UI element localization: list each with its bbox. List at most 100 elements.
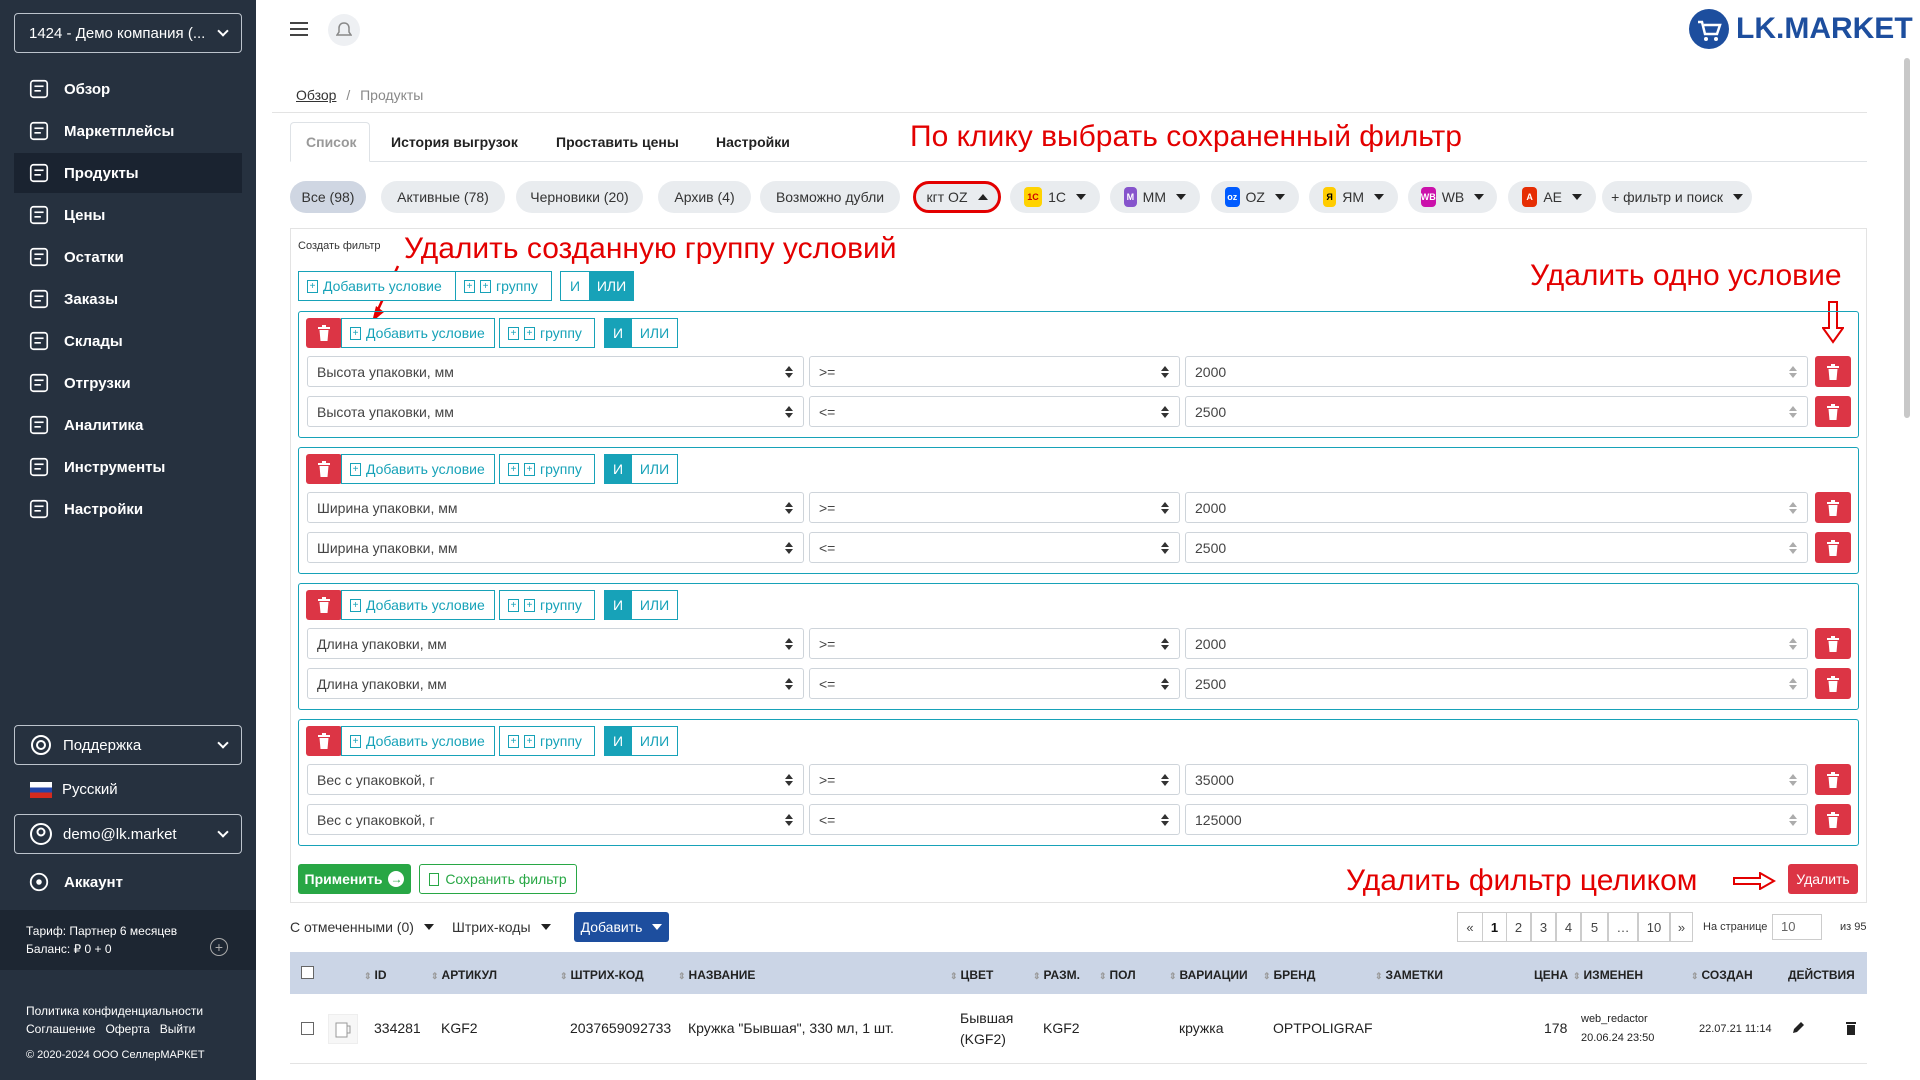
and-toggle[interactable]: И — [604, 454, 632, 484]
operator-select[interactable]: >= — [809, 628, 1180, 659]
column-header[interactable]: ⇕ ID — [364, 968, 387, 982]
pill-archive[interactable]: Архив (4) — [658, 181, 751, 213]
column-header[interactable]: ⇕ СОЗДАН — [1691, 968, 1753, 982]
pill-all[interactable]: Все (98) — [290, 181, 366, 213]
operator-select[interactable]: <= — [809, 532, 1180, 563]
delete-group-button[interactable] — [306, 726, 342, 756]
sidebar-item-10[interactable]: Настройки — [14, 489, 242, 529]
hamburger-menu-icon[interactable] — [290, 20, 310, 41]
page-link[interactable]: 5 — [1581, 912, 1608, 942]
field-select[interactable]: Длина упаковки, мм — [307, 628, 804, 659]
sidebar-item-0[interactable]: Обзор — [14, 69, 242, 109]
spinner-icon[interactable] — [1789, 542, 1797, 554]
agreement-link[interactable]: Соглашение — [26, 1022, 95, 1036]
value-input[interactable]: 125000 — [1185, 804, 1808, 835]
with-selected-dropdown[interactable]: С отмеченными (0) — [290, 912, 434, 942]
field-select[interactable]: Вес с упаковкой, г — [307, 764, 804, 795]
column-header[interactable]: ⇕ НАЗВАНИЕ — [678, 968, 755, 982]
operator-select[interactable]: <= — [809, 396, 1180, 427]
tab-set-prices[interactable]: Проставить цены — [556, 122, 679, 162]
add-balance-icon[interactable]: + — [210, 938, 228, 956]
account-link[interactable]: Аккаунт — [14, 862, 242, 902]
spinner-icon[interactable] — [1789, 678, 1797, 690]
field-select[interactable]: Ширина упаковки, мм — [307, 532, 804, 563]
field-select[interactable]: Высота упаковки, мм — [307, 356, 804, 387]
operator-select[interactable]: >= — [809, 492, 1180, 523]
pill-add-filter[interactable]: + фильтр и поиск — [1602, 181, 1752, 213]
spinner-icon[interactable] — [1789, 638, 1797, 650]
column-header[interactable]: ⇕ АРТИКУЛ — [431, 968, 497, 982]
pill-1c[interactable]: 1C 1C — [1010, 181, 1100, 213]
delete-condition-button[interactable] — [1815, 804, 1851, 835]
spinner-icon[interactable] — [1789, 814, 1797, 826]
delete-filter-button[interactable]: Удалить — [1788, 864, 1858, 894]
page-link[interactable]: » — [1670, 912, 1693, 942]
support-select[interactable]: Поддержка — [14, 725, 242, 765]
row-checkbox[interactable] — [301, 1022, 314, 1035]
page-scrollbar[interactable] — [1904, 58, 1910, 418]
value-input[interactable]: 2000 — [1185, 492, 1808, 523]
add-condition-button[interactable]: + Добавить условие — [341, 454, 495, 484]
or-toggle[interactable]: ИЛИ — [631, 454, 678, 484]
page-link[interactable]: 3 — [1531, 912, 1556, 942]
user-select[interactable]: demo@lk.market — [14, 814, 242, 854]
value-input[interactable]: 35000 — [1185, 764, 1808, 795]
operator-select[interactable]: >= — [809, 764, 1180, 795]
pill-duplicates[interactable]: Возможно дубли — [760, 181, 900, 213]
bell-icon[interactable] — [328, 14, 360, 46]
field-select[interactable]: Длина упаковки, мм — [307, 668, 804, 699]
delete-condition-button[interactable] — [1815, 532, 1851, 563]
delete-row-trash-icon[interactable] — [1845, 1021, 1857, 1035]
add-dropdown-button[interactable]: Добавить — [574, 912, 669, 942]
page-link[interactable]: 10 — [1638, 912, 1670, 942]
add-condition-button[interactable]: + Добавить условие — [341, 590, 495, 620]
value-input[interactable]: 2000 — [1185, 628, 1808, 659]
sidebar-item-8[interactable]: Аналитика — [14, 405, 242, 445]
apply-button[interactable]: Применить → — [298, 864, 411, 894]
column-header[interactable]: ⇕ ШТРИХ-КОД — [560, 968, 644, 982]
operator-select[interactable]: >= — [809, 356, 1180, 387]
add-condition-button[interactable]: + Добавить условие — [341, 726, 495, 756]
or-toggle-root[interactable]: ИЛИ — [589, 271, 634, 301]
delete-condition-button[interactable] — [1815, 396, 1851, 427]
column-header[interactable]: ⇕ ВАРИАЦИИ — [1169, 968, 1248, 982]
pill-ym[interactable]: Я ЯМ — [1309, 181, 1398, 213]
logout-link[interactable]: Выйти — [160, 1022, 196, 1036]
column-header[interactable]: ⇕ ПОЛ — [1099, 968, 1136, 982]
value-input[interactable]: 2500 — [1185, 532, 1808, 563]
sidebar-item-1[interactable]: Маркетплейсы — [14, 111, 242, 151]
pill-saved-filter-kgt-oz[interactable]: кгт OZ — [913, 181, 1001, 213]
value-input[interactable]: 2000 — [1185, 356, 1808, 387]
sidebar-item-9[interactable]: Инструменты — [14, 447, 242, 487]
page-link[interactable]: … — [1608, 912, 1638, 942]
pill-ae[interactable]: A AE — [1508, 181, 1596, 213]
add-group-button[interactable]: + + группу — [499, 590, 595, 620]
column-header[interactable]: ⇕ ИЗМЕНЕН — [1573, 968, 1643, 982]
sidebar-item-6[interactable]: Склады — [14, 321, 242, 361]
company-select[interactable]: 1424 - Демо компания (... — [14, 13, 242, 53]
language-selector[interactable]: Русский — [30, 781, 118, 798]
operator-select[interactable]: <= — [809, 668, 1180, 699]
spinner-icon[interactable] — [1789, 366, 1797, 378]
select-all-checkbox[interactable] — [301, 966, 314, 979]
privacy-policy-link[interactable]: Политика конфиденциальности — [26, 1004, 203, 1018]
delete-condition-button[interactable] — [1815, 628, 1851, 659]
value-input[interactable]: 2500 — [1185, 668, 1808, 699]
delete-group-button[interactable] — [306, 454, 342, 484]
breadcrumb-home-link[interactable]: Обзор — [296, 87, 336, 103]
add-group-button[interactable]: + + группу — [499, 454, 595, 484]
and-toggle[interactable]: И — [604, 590, 632, 620]
delete-group-button[interactable] — [306, 590, 342, 620]
delete-condition-button[interactable] — [1815, 764, 1851, 795]
column-header[interactable]: ⇕ БРЕНД — [1263, 968, 1315, 982]
field-select[interactable]: Ширина упаковки, мм — [307, 492, 804, 523]
sidebar-item-4[interactable]: Остатки — [14, 237, 242, 277]
sidebar-item-2[interactable]: Продукты — [14, 153, 242, 193]
and-toggle-root[interactable]: И — [560, 271, 590, 301]
column-header[interactable]: ⇕ ЦВЕТ — [950, 968, 993, 982]
save-filter-button[interactable]: Сохранить фильтр — [419, 864, 577, 894]
tab-list[interactable]: Список — [306, 122, 357, 162]
and-toggle[interactable]: И — [604, 726, 632, 756]
pill-mm[interactable]: M MM — [1110, 181, 1200, 213]
pill-active[interactable]: Активные (78) — [381, 181, 505, 213]
